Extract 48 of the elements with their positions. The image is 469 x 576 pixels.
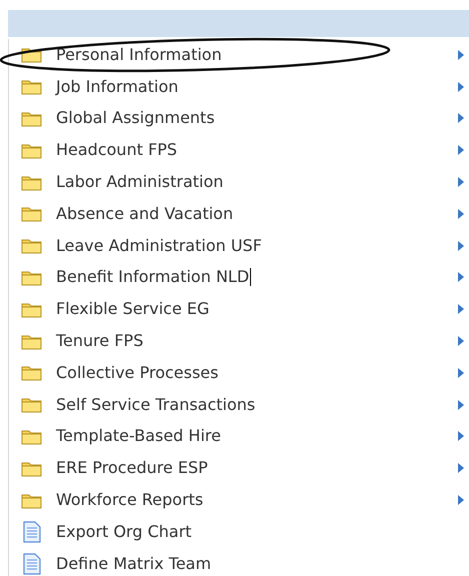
menu-item[interactable]: Define Matrix Team [56, 552, 212, 576]
folder-icon [21, 142, 43, 159]
folder-icon [21, 205, 43, 222]
folder-icon [21, 300, 43, 318]
folder-icon [21, 268, 43, 286]
folder-icon [21, 174, 43, 191]
menu-item[interactable]: Self Service Transactions [56, 392, 256, 417]
menu-item[interactable]: Collective Processes [56, 360, 218, 385]
folder-icon [21, 396, 43, 414]
menu-item[interactable]: Tenure FPS [56, 329, 144, 354]
submenu-arrow-icon[interactable] [458, 400, 464, 410]
folder-icon [21, 428, 43, 445]
menu-item[interactable]: Export Org Chart [56, 520, 192, 544]
submenu-arrow-icon[interactable] [458, 272, 464, 282]
submenu-arrow-icon[interactable] [458, 495, 464, 506]
submenu-arrow-icon[interactable] [458, 368, 464, 378]
menu-item[interactable]: Job Information [56, 74, 178, 99]
menu-item[interactable]: Personal Information [56, 42, 222, 67]
submenu-arrow-icon[interactable] [458, 50, 464, 60]
submenu-arrow-icon[interactable] [458, 240, 464, 251]
menu-item[interactable]: Workforce Reports [56, 488, 204, 512]
menu-item[interactable]: Labor Administration [56, 170, 224, 194]
menu-item[interactable]: Benefit Information NLD [56, 265, 252, 290]
submenu-arrow-icon[interactable] [458, 145, 464, 156]
submenu-arrow-icon[interactable] [458, 304, 464, 314]
document-icon [23, 552, 41, 575]
folder-icon [21, 492, 43, 509]
submenu-arrow-icon[interactable] [458, 336, 464, 346]
folder-icon [21, 332, 43, 350]
folder-icon [21, 110, 43, 127]
submenu-arrow-icon[interactable] [458, 82, 464, 92]
submenu-arrow-icon[interactable] [458, 463, 464, 474]
menu-item[interactable]: Leave Administration USF [56, 234, 262, 258]
submenu-arrow-icon[interactable] [458, 177, 464, 188]
menu-item[interactable]: Template-Based Hire [56, 424, 221, 448]
menu-item[interactable]: Headcount FPS [56, 138, 178, 162]
menu-item[interactable]: ERE Procedure ESP [56, 456, 208, 480]
menu-item[interactable]: Flexible Service EG [56, 297, 210, 322]
folder-icon [21, 364, 43, 382]
submenu-arrow-icon[interactable] [458, 431, 464, 442]
folder-icon [21, 460, 43, 477]
folder-icon [21, 78, 43, 96]
submenu-arrow-icon[interactable] [458, 113, 464, 124]
menu-item[interactable]: Absence and Vacation [56, 202, 234, 226]
submenu-arrow-icon[interactable] [458, 208, 464, 219]
folder-icon [21, 237, 43, 254]
menu-item[interactable]: Global Assignments [56, 106, 215, 130]
document-icon [23, 520, 41, 543]
